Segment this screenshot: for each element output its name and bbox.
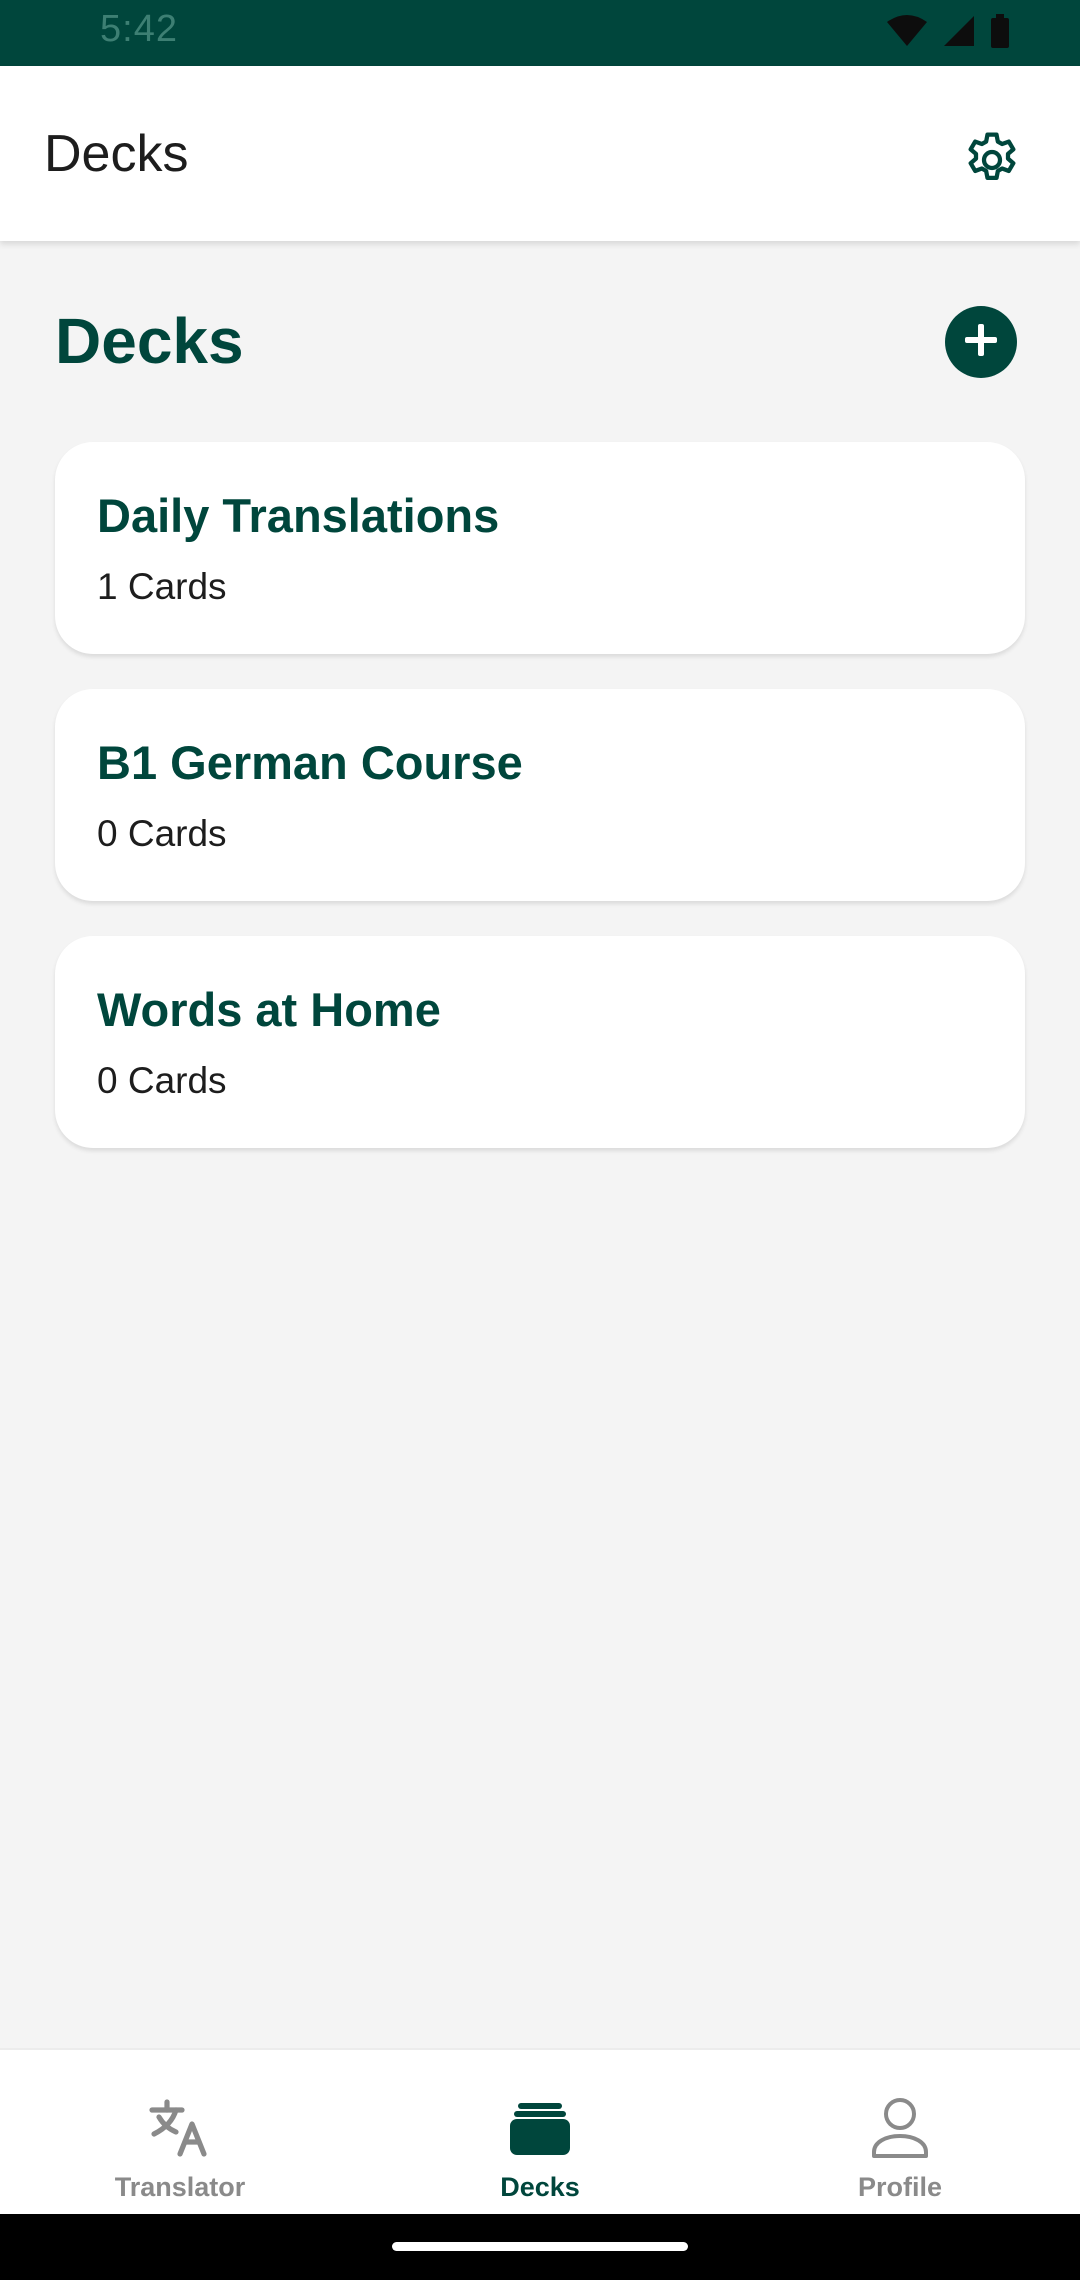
deck-name: B1 German Course <box>97 736 523 789</box>
deck-name: Words at Home <box>97 983 441 1036</box>
deck-card-count: 1 Cards <box>97 566 227 607</box>
nav-label: Profile <box>857 2172 943 2202</box>
gesture-bar <box>0 2214 1080 2280</box>
plus-icon <box>961 320 1001 365</box>
status-time: 5:42 <box>100 8 178 50</box>
home-gesture-handle[interactable] <box>392 2242 688 2251</box>
deck-card[interactable]: Words at Home 0 Cards <box>55 936 1025 1148</box>
bottom-nav: Translator Decks Profile <box>0 2048 1080 2216</box>
person-icon <box>870 2096 930 2165</box>
nav-item-profile[interactable]: Profile <box>720 2050 1080 2216</box>
deck-list: Daily Translations 1 Cards B1 German Cou… <box>55 442 1025 1183</box>
decks-icon <box>510 2101 570 2160</box>
gear-icon <box>960 128 1024 197</box>
settings-button[interactable] <box>952 122 1032 202</box>
nav-item-translator[interactable]: Translator <box>0 2050 360 2216</box>
add-deck-button[interactable] <box>945 306 1017 378</box>
status-bar: 5:42 <box>0 0 1080 66</box>
nav-item-decks[interactable]: Decks <box>360 2050 720 2216</box>
nav-label: Translator <box>114 2172 246 2202</box>
translate-icon <box>148 2098 212 2163</box>
app-bar-title: Decks <box>44 125 189 183</box>
signal-icon <box>942 14 976 48</box>
wifi-icon <box>886 14 928 48</box>
deck-card[interactable]: Daily Translations 1 Cards <box>55 442 1025 654</box>
app-bar: Decks <box>0 66 1080 241</box>
deck-name: Daily Translations <box>97 489 500 542</box>
deck-card[interactable]: B1 German Course 0 Cards <box>55 689 1025 901</box>
nav-label: Decks <box>500 2172 580 2202</box>
deck-card-count: 0 Cards <box>97 1060 227 1101</box>
section-title: Decks <box>55 305 244 377</box>
battery-icon <box>990 14 1010 48</box>
deck-card-count: 0 Cards <box>97 813 227 854</box>
status-icons <box>886 14 1010 48</box>
